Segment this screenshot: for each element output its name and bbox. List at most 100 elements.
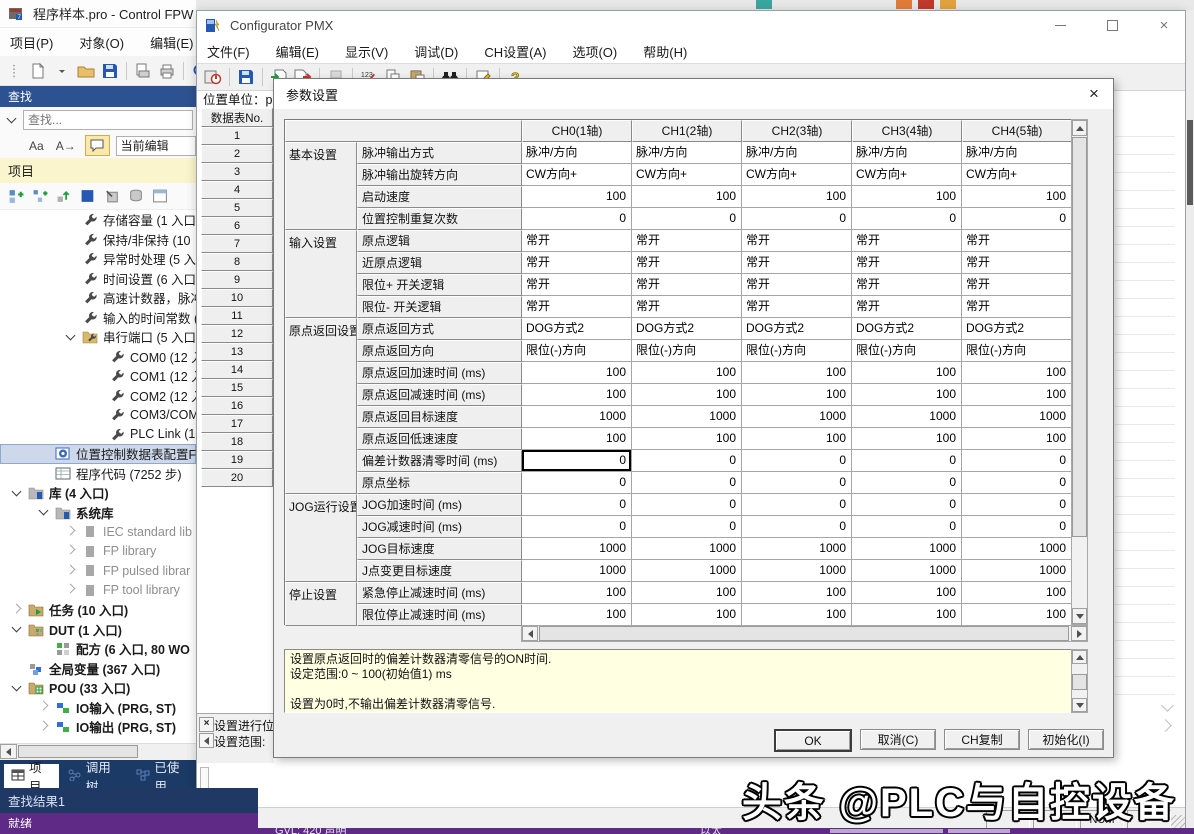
data-table-row[interactable]: 20 [201,469,273,487]
selected-value-cell[interactable]: 0 [522,450,632,472]
data-table-row[interactable]: 7 [201,235,273,253]
value-cell[interactable]: 限位(-)方向 [742,340,852,362]
close-icon[interactable]: × [199,717,214,732]
value-cell[interactable]: 脉冲/方向 [522,142,632,164]
tree-item[interactable]: IEC standard lib [0,522,196,542]
maximize-button[interactable] [1101,16,1123,34]
scrollbar-thumb[interactable] [1187,120,1193,205]
value-cell[interactable]: 常开 [632,296,742,318]
pmx-titlebar[interactable]: Configurator PMX × [197,11,1185,39]
value-cell[interactable]: 脉冲/方向 [962,142,1072,164]
tree-item[interactable]: 任务 (10 入口) [0,600,196,620]
value-cell[interactable]: 常开 [632,252,742,274]
ok-button[interactable]: OK [774,729,852,752]
data-table-row[interactable]: 13 [201,343,273,361]
value-cell[interactable]: 100 [742,384,852,406]
tree-item[interactable]: PLC Link (16 [0,425,196,445]
value-cell[interactable]: 1000 [852,538,962,560]
value-cell[interactable]: CW方向+ [742,164,852,186]
value-cell[interactable]: DOG方式2 [522,318,632,340]
tree-item[interactable]: POU (33 入口) [0,678,196,698]
value-cell[interactable]: 限位(-)方向 [852,340,962,362]
value-cell[interactable]: 1000 [962,560,1072,582]
value-cell[interactable]: 常开 [632,230,742,252]
value-cell[interactable]: DOG方式2 [962,318,1072,340]
data-table-row[interactable]: 12 [201,325,273,343]
main-menu-item-1[interactable]: 对象(O) [79,33,124,52]
tree-item[interactable]: 串行端口 (5 入口 [0,327,196,347]
collapse-left-icon[interactable] [199,733,214,748]
data-table-row[interactable]: 11 [201,307,273,325]
value-cell[interactable]: 0 [632,516,742,538]
tree-item[interactable]: COM1 (12 入 [0,366,196,386]
tree-item[interactable]: IO输出 (PRG, ST) [0,717,196,737]
value-cell[interactable]: 1000 [522,560,632,582]
value-cell[interactable]: 脉冲/方向 [852,142,962,164]
box-arrow-icon[interactable] [100,185,124,207]
scroll-down-button[interactable] [1072,698,1087,712]
data-table-row[interactable]: 16 [201,397,273,415]
search-input[interactable] [23,110,193,130]
data-table-row[interactable]: 10 [201,289,273,307]
pmx-menu-item-3[interactable]: 调试(D) [414,42,458,61]
value-cell[interactable]: 100 [742,186,852,208]
data-table-row[interactable]: 4 [201,181,273,199]
value-cell[interactable]: 0 [522,472,632,494]
value-cell[interactable]: CW方向+ [522,164,632,186]
value-cell[interactable]: 常开 [962,274,1072,296]
value-cell[interactable]: 0 [742,208,852,230]
value-cell[interactable]: CW方向+ [962,164,1072,186]
value-cell[interactable]: 限位(-)方向 [962,340,1072,362]
data-table-row[interactable]: 8 [201,253,273,271]
value-cell[interactable]: CW方向+ [632,164,742,186]
value-cell[interactable]: 常开 [522,296,632,318]
value-cell[interactable]: 常开 [852,230,962,252]
value-cell[interactable]: 常开 [852,274,962,296]
value-cell[interactable]: 100 [632,186,742,208]
data-table-row[interactable]: 15 [201,379,273,397]
value-cell[interactable]: 1000 [742,406,852,428]
value-cell[interactable]: 0 [742,494,852,516]
chevron-right-icon[interactable] [1159,719,1172,732]
value-cell[interactable]: DOG方式2 [632,318,742,340]
minimize-button[interactable] [1049,16,1071,34]
value-cell[interactable]: 100 [632,604,742,626]
table-vertical-scrollbar[interactable] [1071,119,1088,625]
right-chevron-icon[interactable] [59,561,82,580]
scroll-right-button[interactable] [1071,626,1087,641]
pmx-menu-item-5[interactable]: 选项(O) [572,42,617,61]
tree-move-icon[interactable] [52,185,76,207]
value-cell[interactable]: 100 [742,582,852,604]
value-cell[interactable]: 0 [852,516,962,538]
tree-item[interactable]: FP library [0,542,196,562]
value-cell[interactable]: 常开 [962,296,1072,318]
tree-item[interactable]: IO输入 (PRG, ST) [0,698,196,718]
value-cell[interactable]: 常开 [742,274,852,296]
pmx-menu-item-0[interactable]: 文件(F) [207,42,250,61]
scroll-up-button[interactable] [1072,120,1087,136]
close-button[interactable]: × [1153,16,1175,34]
value-cell[interactable]: 常开 [742,296,852,318]
value-cell[interactable]: 100 [632,428,742,450]
value-cell[interactable]: 常开 [852,252,962,274]
value-cell[interactable]: 常开 [962,252,1072,274]
value-cell[interactable]: 100 [632,384,742,406]
blue-box-icon[interactable] [76,185,100,207]
value-cell[interactable]: 1000 [742,538,852,560]
value-cell[interactable]: 100 [962,186,1072,208]
value-cell[interactable]: 0 [852,494,962,516]
scroll-left-button[interactable] [522,626,538,641]
value-cell[interactable]: 0 [852,472,962,494]
collapse-chevron-icon[interactable] [0,111,23,130]
tree-item[interactable]: COM3/COM [0,405,196,425]
pmx-menu-item-6[interactable]: 帮助(H) [643,42,687,61]
value-cell[interactable]: 常开 [522,230,632,252]
tree-item[interactable]: COM0 (12 入 [0,347,196,367]
find-results-panel[interactable]: 查找结果1 [0,788,258,813]
scroll-left-button[interactable] [0,744,17,759]
value-cell[interactable]: 0 [632,494,742,516]
value-cell[interactable]: 0 [962,516,1072,538]
data-table-row[interactable]: 6 [201,217,273,235]
right-chevron-icon[interactable] [32,698,55,717]
value-cell[interactable]: CW方向+ [852,164,962,186]
